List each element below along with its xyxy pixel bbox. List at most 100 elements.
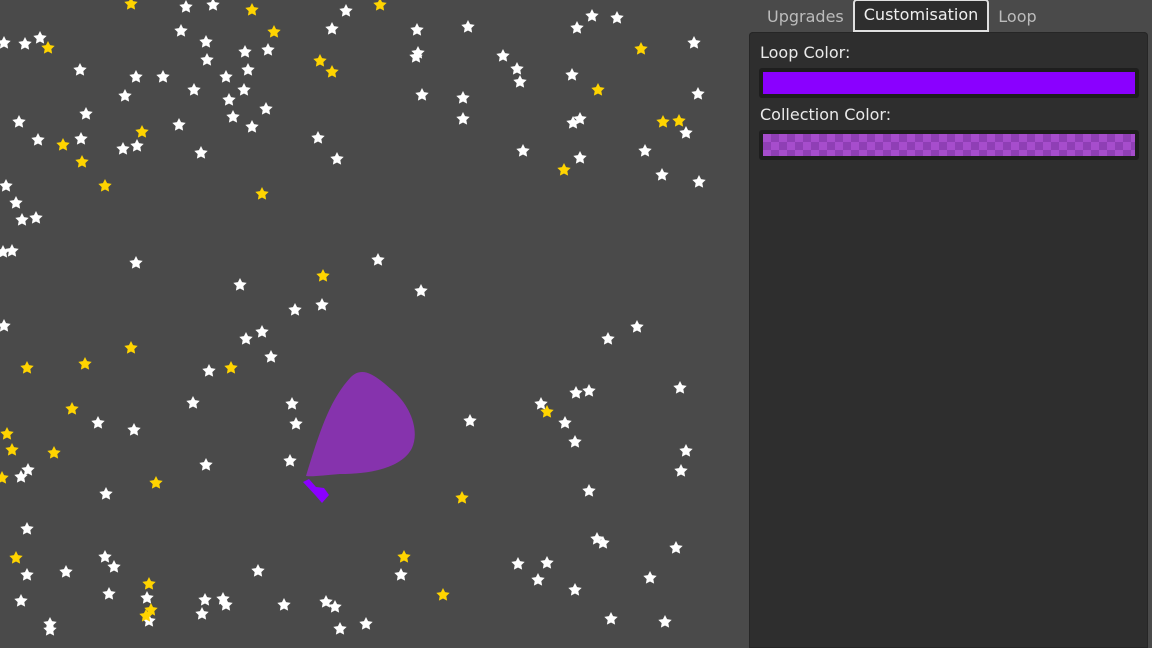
star-icon — [692, 175, 706, 188]
star-icon — [582, 484, 596, 497]
collection-color-swatch — [763, 134, 1135, 156]
star-icon — [568, 583, 582, 596]
star-icon — [679, 444, 693, 457]
star-icon — [29, 211, 43, 224]
star-icon — [199, 35, 213, 48]
star-icon — [0, 427, 14, 440]
star-icon — [669, 541, 683, 554]
star-icon — [638, 144, 652, 157]
star-icon — [414, 284, 428, 297]
star-icon — [102, 587, 116, 600]
star-icon — [679, 126, 693, 139]
star-icon — [496, 49, 510, 62]
star-icon — [219, 70, 233, 83]
star-icon — [18, 37, 32, 50]
star-icon — [140, 591, 154, 604]
star-icon — [394, 568, 408, 581]
star-icon — [118, 89, 132, 102]
star-icon — [0, 36, 11, 49]
star-icon — [14, 594, 28, 607]
star-icon — [20, 568, 34, 581]
star-icon — [179, 0, 193, 13]
collection-loop-area — [306, 371, 415, 477]
star-icon — [573, 151, 587, 164]
star-icon — [264, 350, 278, 363]
tab-loop[interactable]: Loop — [989, 1, 1045, 32]
star-icon — [436, 588, 450, 601]
collection-color-picker[interactable] — [759, 130, 1139, 160]
star-icon — [601, 332, 615, 345]
loop-color-label: Loop Color: — [760, 43, 851, 62]
star-icon — [558, 416, 572, 429]
star-icon — [245, 120, 259, 133]
star-icon — [195, 607, 209, 620]
star-icon — [672, 114, 686, 127]
star-icon — [333, 622, 347, 635]
star-icon — [5, 443, 19, 456]
star-icon — [531, 573, 545, 586]
loop-color-swatch — [763, 72, 1135, 94]
star-icon — [315, 298, 329, 311]
star-icon — [330, 152, 344, 165]
star-icon — [359, 617, 373, 630]
star-icon — [656, 115, 670, 128]
star-icon — [255, 187, 269, 200]
star-icon — [277, 598, 291, 611]
star-icon — [516, 144, 530, 157]
star-icon — [99, 487, 113, 500]
star-icon — [98, 179, 112, 192]
star-icon — [511, 557, 525, 570]
star-icon — [20, 361, 34, 374]
star-icon — [73, 63, 87, 76]
tab-customisation[interactable]: Customisation — [852, 0, 990, 32]
star-icon — [224, 361, 238, 374]
star-icon — [313, 54, 327, 67]
star-icon — [31, 133, 45, 146]
star-icon — [569, 386, 583, 399]
star-icon — [288, 303, 302, 316]
star-icon — [540, 556, 554, 569]
star-icon — [200, 53, 214, 66]
star-icon — [20, 522, 34, 535]
star-icon — [187, 83, 201, 96]
star-icon — [127, 423, 141, 436]
star-icon — [0, 471, 9, 484]
star-icon — [610, 11, 624, 24]
star-icon — [43, 623, 57, 636]
star-icon — [461, 20, 475, 33]
star-icon — [129, 256, 143, 269]
star-icon — [568, 435, 582, 448]
star-icon — [658, 615, 672, 628]
star-icon — [655, 168, 669, 181]
star-icon — [135, 125, 149, 138]
star-icon — [130, 139, 144, 152]
star-icon — [149, 476, 163, 489]
star-icon — [643, 571, 657, 584]
star-icon — [634, 42, 648, 55]
loop-cursor — [303, 479, 329, 503]
star-icon — [570, 21, 584, 34]
star-icon — [371, 253, 385, 266]
loop-color-picker[interactable] — [759, 68, 1139, 98]
star-icon — [373, 0, 387, 11]
tab-upgrades[interactable]: Upgrades — [758, 1, 853, 32]
star-icon — [285, 397, 299, 410]
star-icon — [142, 577, 156, 590]
star-icon — [261, 43, 275, 56]
star-icon — [604, 612, 618, 625]
star-icon — [124, 0, 138, 10]
star-icon — [47, 446, 61, 459]
star-icon — [198, 593, 212, 606]
star-icon — [156, 70, 170, 83]
star-icon — [630, 320, 644, 333]
star-icon — [233, 278, 247, 291]
star-icon — [9, 551, 23, 564]
star-icon — [325, 65, 339, 78]
star-icon — [202, 364, 216, 377]
star-icon — [582, 384, 596, 397]
star-icon — [241, 63, 255, 76]
star-icon — [455, 491, 469, 504]
tab-bar: Upgrades Customisation Loop — [758, 0, 1046, 32]
star-icon — [59, 565, 73, 578]
star-icon — [397, 550, 411, 563]
